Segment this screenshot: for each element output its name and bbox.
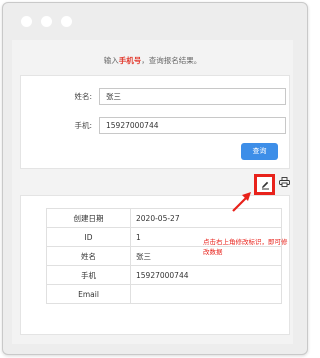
printer-icon[interactable] (279, 177, 290, 187)
annotation-note: 点击右上角修改标识，即可修改数据 (203, 238, 288, 256)
name-label: 姓名: (74, 92, 92, 101)
hint-highlight: 手机号 (118, 56, 142, 65)
row-key: Email (46, 284, 131, 304)
edit-button[interactable] (254, 174, 275, 195)
row-key: ID (46, 227, 131, 247)
arrow-icon (232, 192, 251, 212)
row-key: 手机 (46, 265, 131, 285)
phone-row: 手机: 15927000744 (21, 117, 289, 134)
table-row: 手机 15927000744 (46, 265, 282, 285)
window-dot-1[interactable] (21, 16, 32, 27)
phone-input[interactable]: 15927000744 (99, 117, 286, 134)
row-key: 创建日期 (46, 208, 131, 228)
window-dot-2[interactable] (41, 16, 52, 27)
hint-prefix: 输入 (103, 56, 119, 65)
query-hint: 输入手机号，查询报名结果。 (12, 55, 293, 66)
window-controls (21, 16, 72, 27)
name-row: 姓名: 张三 (21, 88, 289, 105)
row-value: 15927000744 (130, 265, 282, 285)
name-input[interactable]: 张三 (99, 88, 286, 105)
hint-suffix: ，查询报名结果。 (141, 56, 202, 65)
table-row: Email (46, 284, 282, 304)
phone-label: 手机: (74, 121, 92, 130)
result-card: 创建日期 2020-05-27 ID 1 姓名 张三 手机 1592700074… (20, 195, 290, 335)
row-value (130, 284, 282, 304)
row-value: 2020-05-27 (130, 208, 282, 228)
window-dot-3[interactable] (61, 16, 72, 27)
row-key: 姓名 (46, 246, 131, 266)
pencil-icon (262, 181, 269, 190)
search-button[interactable]: 查询 (241, 143, 278, 160)
